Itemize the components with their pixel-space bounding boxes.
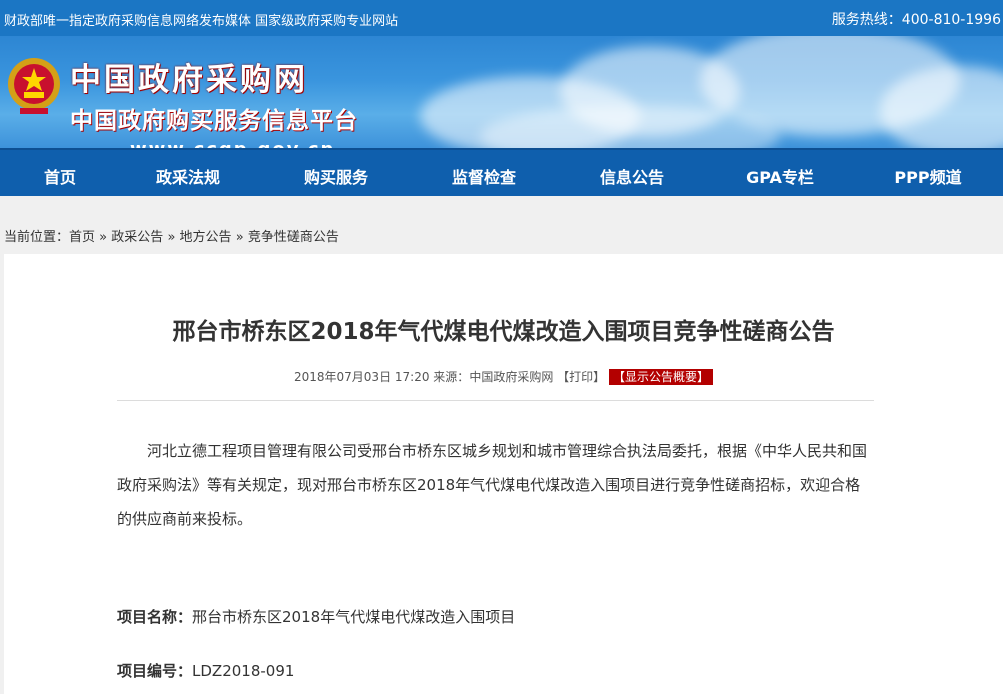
- top-info-bar: 财政部唯一指定政府采购信息网络发布媒体 国家级政府采购专业网站 服务热线：400…: [0, 0, 1003, 36]
- site-url: www.ccgp.gov.cn: [130, 139, 358, 148]
- publish-datetime: 2018年07月03日 17:20: [293, 370, 430, 384]
- breadcrumb-prefix: 当前位置：: [4, 230, 70, 245]
- article-panel: 邢台市桥东区2018年气代煤电代煤改造入围项目竞争性磋商公告 2018年07月0…: [4, 254, 1003, 694]
- nav-item-supervision[interactable]: 监督检查: [424, 164, 544, 188]
- field-value: LDZ2018-091: [192, 662, 295, 680]
- main-nav: 首页 政采法规 购买服务 监督检查 信息公告 GPA专栏 PPP频道: [0, 148, 1003, 196]
- header-banner: 中国政府采购网 中国政府购买服务信息平台 www.ccgp.gov.cn: [0, 36, 1003, 148]
- source-label: 来源：: [433, 370, 470, 384]
- service-hotline: 服务热线：400-810-1996: [831, 12, 1001, 28]
- breadcrumb-separator: »: [167, 230, 176, 245]
- nav-item-home[interactable]: 首页: [0, 164, 120, 188]
- nav-item-gpa[interactable]: GPA专栏: [720, 164, 840, 188]
- breadcrumb-consultation[interactable]: 竞争性磋商公告: [248, 230, 339, 245]
- site-tagline: 财政部唯一指定政府采购信息网络发布媒体 国家级政府采购专业网站: [4, 14, 399, 29]
- nav-item-regulations[interactable]: 政采法规: [128, 164, 248, 188]
- field-value: 邢台市桥东区2018年气代煤电代煤改造入围项目: [192, 608, 516, 626]
- breadcrumb-separator: »: [99, 230, 108, 245]
- nav-item-announcements[interactable]: 信息公告: [572, 164, 692, 188]
- field-label: 项目名称：: [117, 608, 193, 626]
- site-name: 中国政府采购网: [70, 62, 308, 98]
- project-name-row: 项目名称：邢台市桥东区2018年气代煤电代煤改造入围项目: [117, 606, 515, 627]
- site-subtitle: 中国政府购买服务信息平台: [70, 108, 358, 134]
- breadcrumb-procurement[interactable]: 政采公告: [111, 230, 163, 245]
- breadcrumb: 当前位置：首页 » 政采公告 » 地方公告 » 竞争性磋商公告: [4, 226, 339, 245]
- field-label: 项目编号：: [117, 662, 193, 680]
- breadcrumb-local[interactable]: 地方公告: [180, 230, 232, 245]
- print-link[interactable]: 【打印】: [557, 370, 605, 384]
- site-brand[interactable]: 中国政府采购网 中国政府购买服务信息平台 www.ccgp.gov.cn: [70, 54, 358, 148]
- article-title: 邢台市桥东区2018年气代煤电代煤改造入围项目竞争性磋商公告: [172, 319, 835, 345]
- breadcrumb-home[interactable]: 首页: [69, 230, 95, 245]
- nav-item-services[interactable]: 购买服务: [276, 164, 396, 188]
- project-number-row: 项目编号：LDZ2018-091: [117, 660, 294, 681]
- article-meta: 2018年07月03日 17:20 来源：中国政府采购网 【打印】 【显示公告概…: [4, 368, 1003, 385]
- divider: [117, 400, 874, 401]
- breadcrumb-separator: »: [235, 230, 244, 245]
- nav-item-ppp[interactable]: PPP频道: [868, 164, 988, 188]
- article-intro: 河北立德工程项目管理有限公司受邢台市桥东区城乡规划和城市管理综合执法局委托，根据…: [117, 442, 868, 528]
- national-emblem-icon: [8, 58, 60, 114]
- source-name: 中国政府采购网: [469, 370, 554, 384]
- show-summary-button[interactable]: 【显示公告概要】: [609, 369, 714, 385]
